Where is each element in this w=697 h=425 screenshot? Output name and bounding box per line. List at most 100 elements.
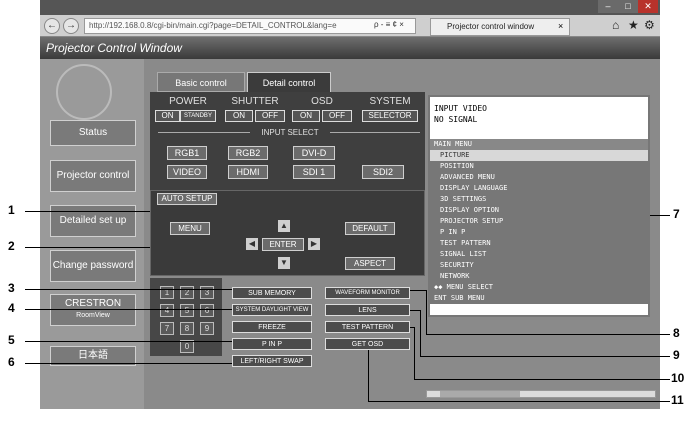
osd-menu-item: 3D SETTINGS xyxy=(440,195,487,203)
osd-menu-item: ADVANCED MENU xyxy=(440,173,495,181)
input-dvi-d-button[interactable]: DVI-D xyxy=(293,146,335,160)
callout-line-8 xyxy=(410,290,426,291)
down-arrow-button[interactable]: ▼ xyxy=(278,257,290,269)
back-icon[interactable]: ← xyxy=(44,18,60,34)
sidebar-item-projector-control[interactable]: Projector control xyxy=(50,160,136,192)
crestron-sub-label: RoomView xyxy=(76,312,110,319)
callout-line-8c xyxy=(426,334,670,335)
auto-setup-button[interactable]: AUTO SETUP xyxy=(157,193,217,205)
tab-title: Projector control window xyxy=(447,22,535,31)
url-input[interactable]: http://192.168.0.8/cgi-bin/main.cgi?page… xyxy=(84,18,416,34)
input-rgb1-button[interactable]: RGB1 xyxy=(167,146,207,160)
numkey-9[interactable]: 9 xyxy=(200,322,214,335)
osd-label: OSD xyxy=(311,96,333,107)
lens-button[interactable]: LENS xyxy=(325,304,410,316)
sidebar-item-detailed-set-up[interactable]: Detailed set up xyxy=(50,205,136,237)
callout-line-8b xyxy=(426,290,427,334)
left-arrow-button[interactable]: ◀ xyxy=(246,238,258,250)
callout-line-7 xyxy=(650,215,670,216)
system-selector-button[interactable]: SELECTOR xyxy=(362,110,418,122)
logo-icon xyxy=(56,64,112,120)
callout-line-11b xyxy=(368,401,670,402)
numkey-7[interactable]: 7 xyxy=(160,322,174,335)
osd-menu-item: PROJECTOR SETUP xyxy=(440,217,504,225)
osd-off-button[interactable]: OFF xyxy=(322,110,352,122)
default-button[interactable]: DEFAULT xyxy=(345,222,395,235)
numkey-5[interactable]: 5 xyxy=(180,304,194,317)
osd-menu-item: SIGNAL LIST xyxy=(440,250,487,258)
address-actions[interactable]: ρ - ≡ ¢ × xyxy=(374,20,404,29)
numkey-2[interactable]: 2 xyxy=(180,286,194,299)
system-daylight-view-button[interactable]: SYSTEM DAYLIGHT VIEW xyxy=(232,304,312,316)
callout-line-1 xyxy=(25,211,150,212)
waveform-monitor-button[interactable]: WAVEFORM MONITOR xyxy=(325,287,410,299)
get-osd-button[interactable]: GET OSD xyxy=(325,338,410,350)
callout-line-9b xyxy=(420,310,421,356)
power-standby-button[interactable]: STANDBY xyxy=(180,110,216,122)
shutter-label: SHUTTER xyxy=(231,96,279,107)
osd-signal-line: NO SIGNAL xyxy=(434,115,478,124)
input-sdi2-button[interactable]: SDI2 xyxy=(362,165,404,179)
p-in-p-button[interactable]: P IN P xyxy=(232,338,312,350)
close-window-icon[interactable]: ✕ xyxy=(638,0,658,13)
maximize-icon[interactable]: □ xyxy=(618,0,638,13)
input-rgb2-button[interactable]: RGB2 xyxy=(228,146,268,160)
close-tab-icon[interactable]: × xyxy=(558,21,563,31)
callout-line-4 xyxy=(25,309,232,310)
settings-gear-icon[interactable]: ⚙ xyxy=(644,18,655,32)
osd-menu-item: DISPLAY OPTION xyxy=(440,206,500,214)
sidebar-item-status[interactable]: Status xyxy=(50,120,136,146)
numkey-4[interactable]: 4 xyxy=(160,304,174,317)
osd-menu-item: SECURITY xyxy=(440,261,474,269)
aspect-button[interactable]: ASPECT xyxy=(345,257,395,270)
favorites-star-icon[interactable]: ★ xyxy=(628,18,639,32)
numkey-3[interactable]: 3 xyxy=(200,286,214,299)
callout-line-6 xyxy=(25,363,232,364)
callout-6: 6 xyxy=(8,355,15,369)
left-right-swap-button[interactable]: LEFT/RIGHT SWAP xyxy=(232,355,312,367)
sidebar-item-crestron[interactable]: CRESTRON RoomView xyxy=(50,294,136,326)
numkey-6[interactable]: 6 xyxy=(200,304,214,317)
tab-basic-control[interactable]: Basic control xyxy=(157,72,245,92)
forward-icon[interactable]: → xyxy=(63,18,79,34)
callout-line-10c xyxy=(414,379,670,380)
callout-line-11 xyxy=(368,350,369,401)
osd-menu-item: NETWORK xyxy=(440,272,470,280)
osd-menu-item: POSITION xyxy=(440,162,474,170)
osd-on-button[interactable]: ON xyxy=(292,110,320,122)
shutter-off-button[interactable]: OFF xyxy=(255,110,285,122)
scrollbar-thumb[interactable] xyxy=(440,391,520,397)
numkey-1[interactable]: 1 xyxy=(160,286,174,299)
system-label: SYSTEM xyxy=(369,96,411,107)
freeze-button[interactable]: FREEZE xyxy=(232,321,312,333)
enter-button[interactable]: ENTER xyxy=(262,238,304,251)
callout-9: 9 xyxy=(673,348,680,362)
callout-line-2 xyxy=(25,247,150,248)
sidebar-item-change-password[interactable]: Change password xyxy=(50,250,136,282)
input-hdmi-button[interactable]: HDMI xyxy=(228,165,268,179)
test-pattern-button[interactable]: TEST PATTERN xyxy=(325,321,410,333)
home-icon[interactable]: ⌂ xyxy=(612,18,619,32)
input-video-button[interactable]: VIDEO xyxy=(167,165,207,179)
sub-memory-button[interactable]: SUB MEMORY xyxy=(232,287,312,299)
callout-4: 4 xyxy=(8,301,15,315)
right-arrow-button[interactable]: ▶ xyxy=(308,238,320,250)
power-on-button[interactable]: ON xyxy=(155,110,180,122)
up-arrow-button[interactable]: ▲ xyxy=(278,220,290,232)
osd-menu-item: P IN P xyxy=(440,228,466,236)
tab-detail-control[interactable]: Detail control xyxy=(247,72,331,92)
browser-tab[interactable]: Projector control window xyxy=(430,18,570,36)
callout-2: 2 xyxy=(8,239,15,253)
numkey-8[interactable]: 8 xyxy=(180,322,194,335)
osd-menu-list: PICTURE POSITION ADVANCED MENU DISPLAY L… xyxy=(430,150,648,304)
osd-menu-footer: ◆◆ MENU SELECT xyxy=(434,283,494,291)
callout-1: 1 xyxy=(8,203,15,217)
menu-button[interactable]: MENU xyxy=(170,222,210,235)
minimize-icon[interactable]: – xyxy=(598,0,618,13)
osd-menu-item: DISPLAY LANGUAGE xyxy=(440,184,508,192)
shutter-on-button[interactable]: ON xyxy=(225,110,253,122)
callout-line-10b xyxy=(414,327,415,379)
osd-menu-item: PICTURE xyxy=(430,150,648,161)
callout-3: 3 xyxy=(8,281,15,295)
input-sdi1-button[interactable]: SDI 1 xyxy=(293,165,335,179)
